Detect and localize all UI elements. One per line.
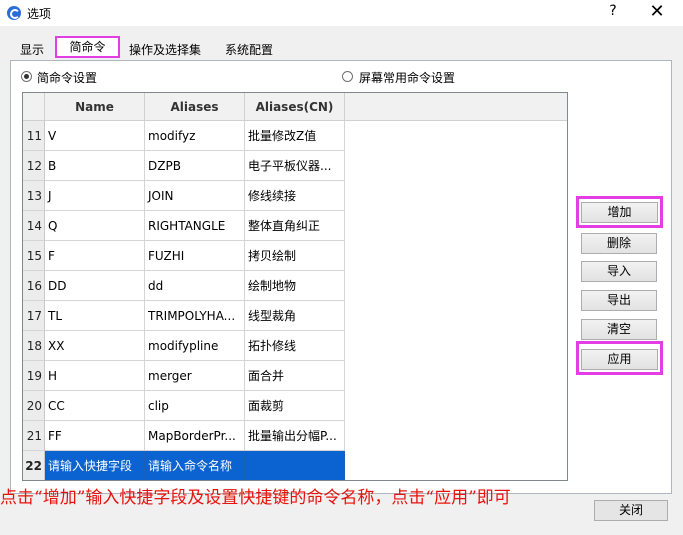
tab-display[interactable]: 显示 (20, 41, 44, 58)
row-number: 11 (23, 121, 45, 151)
cell-alias[interactable]: clip (145, 391, 245, 421)
window-title: 选项 (27, 7, 52, 21)
corner-header (23, 93, 45, 121)
column-header-aliases[interactable]: Aliases (145, 93, 245, 121)
cell-name[interactable]: V (45, 121, 145, 151)
apply-button[interactable]: 应用 (581, 349, 658, 370)
radio-short-command-settings[interactable] (21, 71, 32, 82)
instruction-text: 点击“增加”输入快捷字段及设置快捷键的命令名称，点击“应用”即可 (0, 488, 511, 508)
radio-label-short-command-settings: 简命令设置 (37, 71, 98, 85)
radio-label-screen-common-commands: 屏幕常用命令设置 (359, 71, 456, 85)
cell-alias[interactable]: FUZHI (145, 241, 245, 271)
radio-screen-common-commands[interactable] (342, 71, 353, 82)
row-number: 22 (23, 451, 45, 480)
app-icon (7, 6, 21, 20)
cell-alias[interactable]: MapBorderPr... (145, 421, 245, 451)
cell-name[interactable]: B (45, 151, 145, 181)
cell-name[interactable]: TL (45, 301, 145, 331)
close-icon[interactable]: ✕ (646, 1, 668, 22)
cell-name[interactable]: H (45, 361, 145, 391)
row-number: 18 (23, 331, 45, 361)
cell-alias-cn[interactable]: 面合并 (245, 361, 345, 391)
row-number: 12 (23, 151, 45, 181)
tab-operation-selection[interactable]: 操作及选择集 (129, 41, 201, 58)
cell-name[interactable]: J (45, 181, 145, 211)
cell-alias-cn[interactable]: 面裁剪 (245, 391, 345, 421)
cell-name[interactable]: XX (45, 331, 145, 361)
row-number: 19 (23, 361, 45, 391)
command-grid: Name Aliases Aliases(CN) 11 Vmodifyz 批量修改Z… (22, 92, 568, 481)
row-number: 17 (23, 301, 45, 331)
cell-alias-cn[interactable]: 绘制地物 (245, 271, 345, 301)
cell-alias-cn[interactable]: 拓扑修线 (245, 331, 345, 361)
cell-name[interactable]: F (45, 241, 145, 271)
cell-alias-cn[interactable] (245, 451, 345, 480)
options-dialog: 显示 简命令 操作及选择集 系统配置 简命令设置 屏幕常用命令设置 Name A… (0, 26, 683, 535)
close-button[interactable]: 关闭 (594, 500, 668, 521)
row-number: 20 (23, 391, 45, 421)
delete-button[interactable]: 删除 (581, 233, 657, 254)
tab-panel: 简命令设置 屏幕常用命令设置 Name Aliases Aliases(CN) … (10, 60, 672, 494)
add-button[interactable]: 增加 (581, 202, 658, 223)
help-button[interactable]: ? (604, 3, 622, 19)
cell-alias[interactable]: dd (145, 271, 245, 301)
header-filler (345, 93, 567, 121)
cell-name[interactable]: 请输入快捷字段 (45, 451, 145, 480)
cell-alias[interactable]: JOIN (145, 181, 245, 211)
cell-alias-cn[interactable]: 批量修改Z值 (245, 121, 345, 151)
cell-alias[interactable]: RIGHTANGLE (145, 211, 245, 241)
column-header-aliases-cn[interactable]: Aliases(CN) (245, 93, 345, 121)
tab-short-commands[interactable]: 简命令 (55, 36, 120, 58)
export-button[interactable]: 导出 (581, 290, 657, 311)
tab-system-config[interactable]: 系统配置 (225, 41, 273, 58)
row-number: 16 (23, 271, 45, 301)
cell-name[interactable]: CC (45, 391, 145, 421)
cell-alias[interactable]: DZPB (145, 151, 245, 181)
cell-name[interactable]: Q (45, 211, 145, 241)
cell-name[interactable]: FF (45, 421, 145, 451)
cell-alias-cn[interactable]: 修线续接 (245, 181, 345, 211)
cell-alias[interactable]: modifypline (145, 331, 245, 361)
row-number: 14 (23, 211, 45, 241)
cell-alias[interactable]: 请输入命令名称 (145, 451, 245, 480)
cell-alias-cn[interactable]: 电子平板仪器... (245, 151, 345, 181)
column-header-name[interactable]: Name (45, 93, 145, 121)
cell-alias[interactable]: modifyz (145, 121, 245, 151)
import-button[interactable]: 导入 (581, 261, 657, 282)
cell-alias[interactable]: TRIMPOLYHA... (145, 301, 245, 331)
cell-alias[interactable]: merger (145, 361, 245, 391)
row-number: 15 (23, 241, 45, 271)
cell-alias-cn[interactable]: 批量输出分幅P... (245, 421, 345, 451)
row-number: 21 (23, 421, 45, 451)
title-bar: 选项 ? ✕ (0, 0, 683, 26)
cell-alias-cn[interactable]: 线型裁角 (245, 301, 345, 331)
highlight-add: 增加 (576, 196, 663, 228)
cell-alias-cn[interactable]: 整体直角纠正 (245, 211, 345, 241)
row-number: 13 (23, 181, 45, 211)
cell-name[interactable]: DD (45, 271, 145, 301)
cell-alias-cn[interactable]: 拷贝绘制 (245, 241, 345, 271)
clear-button[interactable]: 清空 (581, 319, 657, 340)
highlight-apply: 应用 (576, 341, 663, 375)
